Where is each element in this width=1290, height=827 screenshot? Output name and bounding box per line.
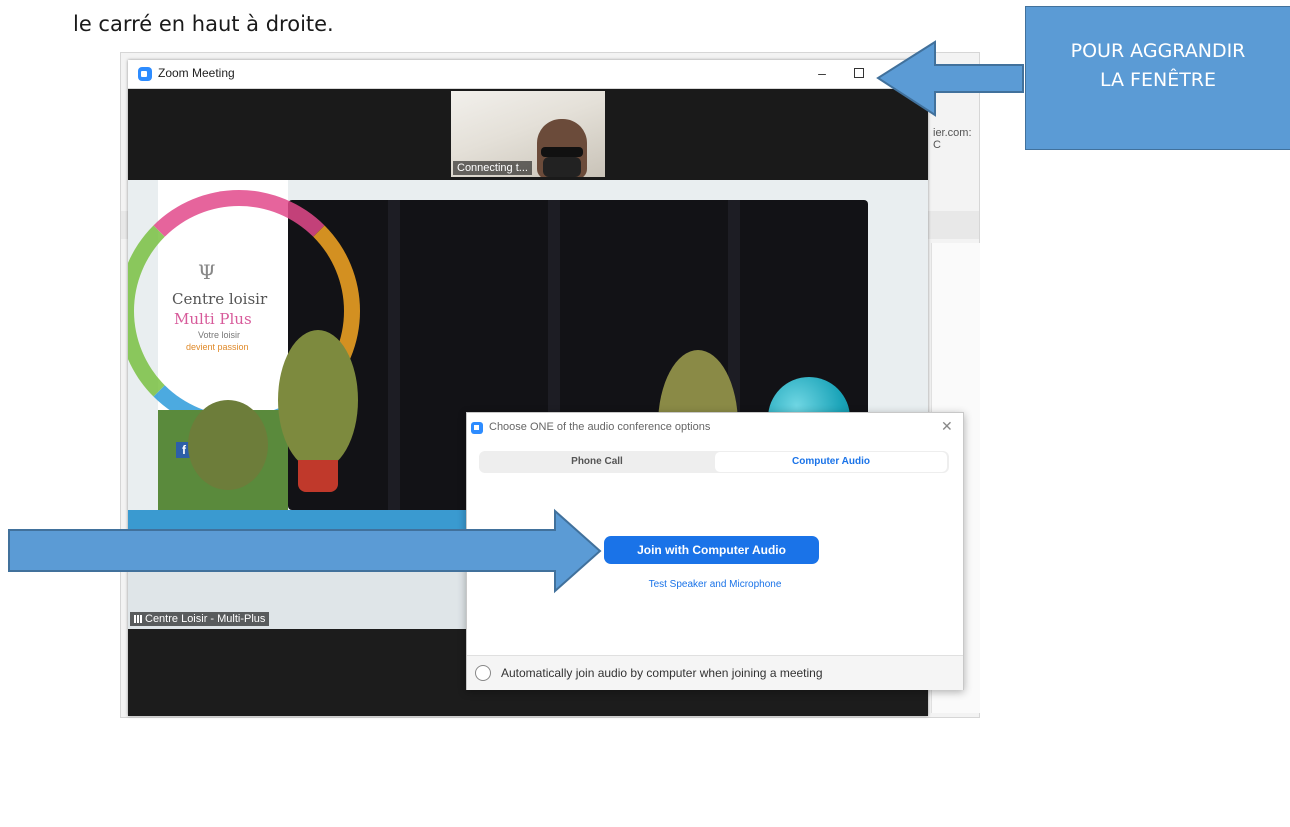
arrow-to-maximize [876, 40, 1024, 117]
annotation-arrows [8, 40, 1024, 594]
arrow-to-join-button [8, 508, 602, 594]
